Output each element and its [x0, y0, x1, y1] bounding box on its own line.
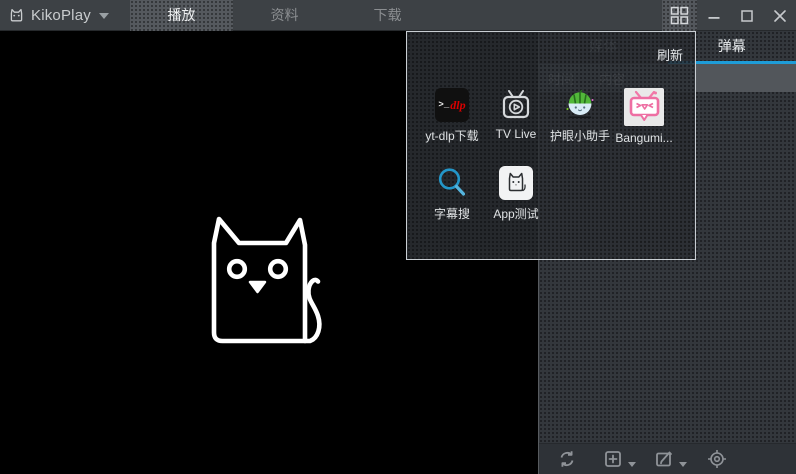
terminal-prompt-text: >_	[438, 100, 449, 110]
yt-dlp-terminal-icon: >_ dlp	[435, 88, 469, 122]
danmaku-toolbar	[539, 443, 796, 474]
maximize-icon	[741, 10, 753, 22]
edit-icon	[654, 449, 674, 469]
maximize-button[interactable]	[730, 0, 763, 31]
sync-icon	[557, 449, 577, 469]
tv-play-icon	[499, 88, 533, 122]
app-menu-button[interactable]: KikoPlay	[8, 0, 109, 31]
app-label: TV Live	[496, 127, 537, 141]
app-item-app-test[interactable]: App测试	[484, 166, 548, 224]
danmaku-position-button[interactable]	[707, 449, 727, 469]
kikoplay-window: KikoPlay 播放 资料 下载	[0, 0, 796, 474]
minimize-icon	[708, 10, 720, 22]
dlp-text: dlp	[450, 98, 465, 113]
chevron-down-icon	[99, 13, 109, 19]
window-controls	[662, 0, 796, 31]
app-grid-icon	[670, 6, 689, 25]
app-label: Bangumi...	[615, 131, 672, 145]
app-item-eye-care[interactable]: 护眼小助手	[548, 88, 612, 146]
app-title: KikoPlay	[31, 7, 91, 24]
app-item-bangumi[interactable]: Bangumi...	[612, 88, 676, 146]
kikoplay-logo-icon	[8, 7, 25, 24]
position-target-icon	[707, 449, 727, 469]
titlebar: KikoPlay 播放 资料 下载	[0, 0, 796, 31]
app-label: 护眼小助手	[550, 127, 610, 144]
app-item-ytdlp[interactable]: >_ dlp yt-dlp下载	[420, 88, 484, 146]
close-button[interactable]	[763, 0, 796, 31]
app-label: 字幕搜	[434, 205, 470, 222]
refresh-apps-button[interactable]: 刷新	[657, 45, 683, 64]
close-icon	[774, 10, 786, 22]
app-item-subtitle-search[interactable]: 字幕搜	[420, 166, 484, 224]
app-label: App测试	[493, 205, 538, 222]
eye-care-melon-icon	[563, 88, 597, 122]
tab-library[interactable]: 资料	[233, 0, 336, 31]
add-icon	[603, 449, 623, 469]
dropdown-caret-icon	[628, 462, 636, 467]
subtitle-search-magnifier-icon	[435, 166, 469, 200]
tab-play[interactable]: 播放	[130, 0, 233, 31]
kikoplay-cat-placeholder-icon	[206, 180, 328, 348]
app-grid: >_ dlp yt-dlp下载 TV Live	[420, 88, 684, 244]
app-launcher-popup: 刷新 >_ dlp yt-dlp下载 TV Liv	[406, 31, 696, 260]
refresh-danmaku-button[interactable]	[557, 449, 577, 469]
app-item-tv-live[interactable]: TV Live	[484, 88, 548, 146]
bangumi-tv-icon	[624, 88, 664, 126]
add-danmaku-button[interactable]	[603, 449, 636, 469]
tab-download[interactable]: 下载	[336, 0, 439, 31]
edit-danmaku-button[interactable]	[654, 449, 687, 469]
app-test-cat-icon	[499, 166, 533, 200]
app-label: yt-dlp下载	[425, 127, 478, 144]
app-launcher-button[interactable]	[662, 0, 697, 31]
dropdown-caret-icon	[679, 462, 687, 467]
minimize-button[interactable]	[697, 0, 730, 31]
main-tabs: 播放 资料 下载	[130, 0, 439, 31]
